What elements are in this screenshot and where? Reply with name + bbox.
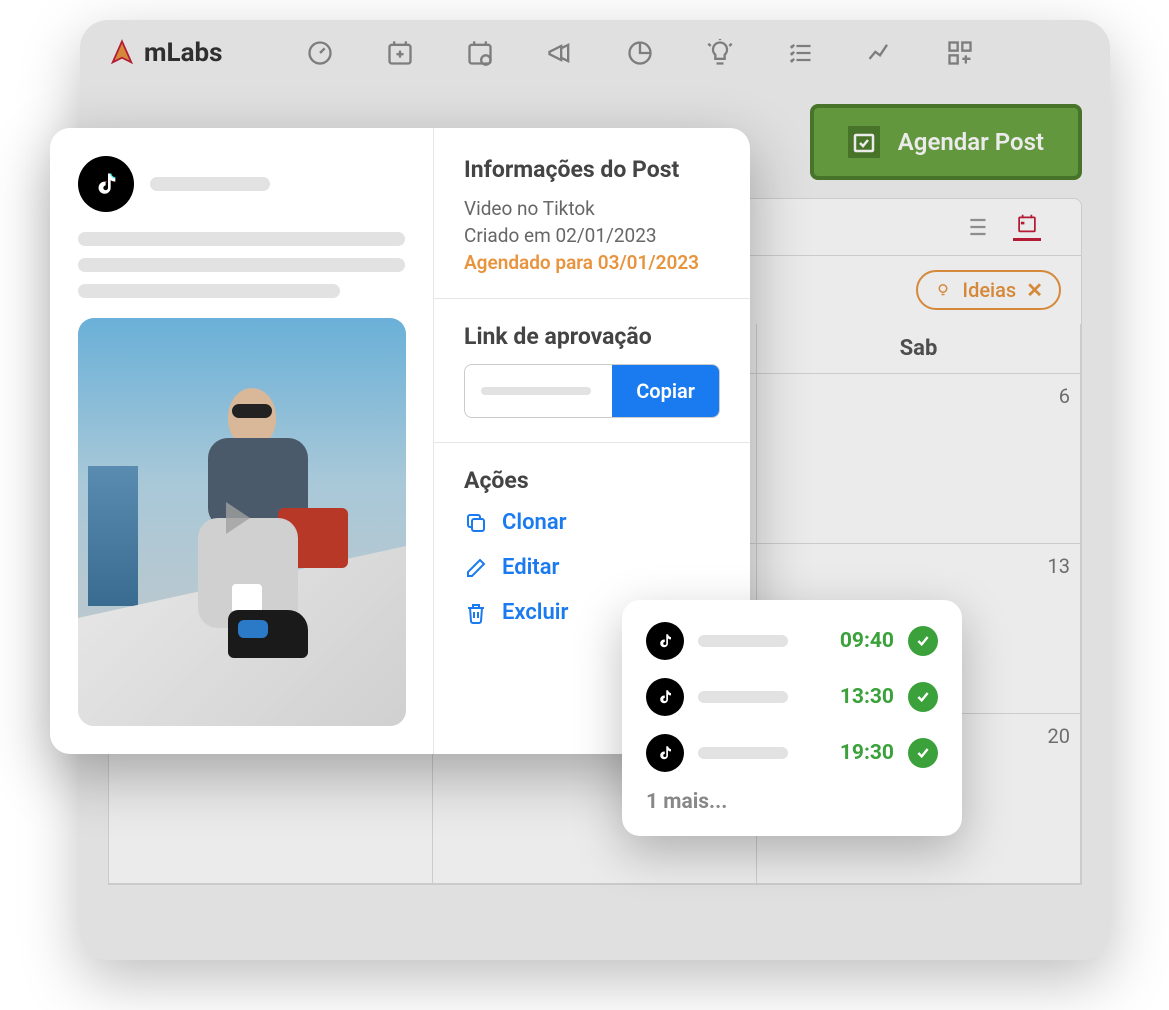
calendar-check-icon <box>848 126 880 158</box>
day-number: 13 <box>1048 554 1070 578</box>
clone-icon <box>464 511 488 535</box>
topbar: mLabs <box>80 20 1110 86</box>
caption-placeholder <box>78 284 340 298</box>
tiktok-icon <box>646 734 684 772</box>
event-title-placeholder <box>698 747 788 759</box>
tiktok-icon <box>646 622 684 660</box>
filter-chip-ideias[interactable]: Ideias ✕ <box>916 270 1061 310</box>
day-events-popover: 09:40 13:30 19:30 1 mais... <box>622 600 962 836</box>
post-preview-panel <box>50 128 434 754</box>
event-row[interactable]: 19:30 <box>646 734 938 772</box>
tiktok-icon <box>78 156 134 212</box>
event-time: 19:30 <box>840 741 894 765</box>
pie-icon[interactable] <box>626 39 654 67</box>
event-title-placeholder <box>698 691 788 703</box>
logo: mLabs <box>108 38 222 68</box>
calendar-cell[interactable]: 6 <box>757 374 1081 544</box>
section-title-info: Informações do Post <box>464 156 720 183</box>
approval-link-row: Copiar <box>464 364 720 418</box>
more-events-link[interactable]: 1 mais... <box>646 790 938 814</box>
event-time: 13:30 <box>840 685 894 709</box>
section-title-actions: Ações <box>464 467 720 494</box>
list-view-icon[interactable] <box>961 213 989 241</box>
bulb-icon <box>934 281 952 299</box>
play-icon[interactable] <box>226 502 250 534</box>
delete-label: Excluir <box>502 600 568 625</box>
approval-link-field[interactable] <box>465 365 612 417</box>
divider <box>434 442 750 443</box>
post-created: Criado em 02/01/2023 <box>464 224 720 247</box>
trend-icon[interactable] <box>866 39 894 67</box>
clone-action[interactable]: Clonar <box>464 510 720 535</box>
day-header-sab: Sab <box>757 324 1081 374</box>
brand-name: mLabs <box>144 38 222 68</box>
lightbulb-icon[interactable] <box>706 39 734 67</box>
edit-label: Editar <box>502 555 559 580</box>
check-icon <box>908 626 938 656</box>
check-icon <box>908 682 938 712</box>
day-number: 20 <box>1048 724 1070 748</box>
checklist-icon[interactable] <box>786 39 814 67</box>
post-media-preview[interactable] <box>78 318 406 726</box>
clone-label: Clonar <box>502 510 567 535</box>
divider <box>434 298 750 299</box>
section-title-approval: Link de aprovação <box>464 323 720 350</box>
trash-icon <box>464 601 488 625</box>
megaphone-icon[interactable] <box>546 39 574 67</box>
caption-placeholder <box>78 232 405 246</box>
event-row[interactable]: 13:30 <box>646 678 938 716</box>
apps-icon[interactable] <box>946 39 974 67</box>
gauge-icon[interactable] <box>306 39 334 67</box>
chip-close-icon[interactable]: ✕ <box>1026 278 1043 302</box>
schedule-button-label: Agendar Post <box>898 128 1044 156</box>
logo-icon <box>108 39 136 67</box>
edit-action[interactable]: Editar <box>464 555 720 580</box>
calendar-clock-icon[interactable] <box>466 39 494 67</box>
day-number: 6 <box>1059 384 1070 408</box>
event-row[interactable]: 09:40 <box>646 622 938 660</box>
event-title-placeholder <box>698 635 788 647</box>
check-icon <box>908 738 938 768</box>
nav-icons <box>306 39 974 67</box>
post-scheduled: Agendado para 03/01/2023 <box>464 251 720 274</box>
schedule-post-button[interactable]: Agendar Post <box>810 104 1082 180</box>
post-type: Video no Tiktok <box>464 197 720 220</box>
edit-icon <box>464 556 488 580</box>
tiktok-icon <box>646 678 684 716</box>
username-placeholder <box>150 177 270 191</box>
calendar-view-icon[interactable] <box>1013 213 1041 241</box>
caption-placeholder <box>78 258 405 272</box>
copy-button[interactable]: Copiar <box>612 365 719 417</box>
event-time: 09:40 <box>840 629 894 653</box>
profile-row <box>78 156 405 212</box>
chip-label: Ideias <box>962 278 1016 302</box>
calendar-plus-icon[interactable] <box>386 39 414 67</box>
